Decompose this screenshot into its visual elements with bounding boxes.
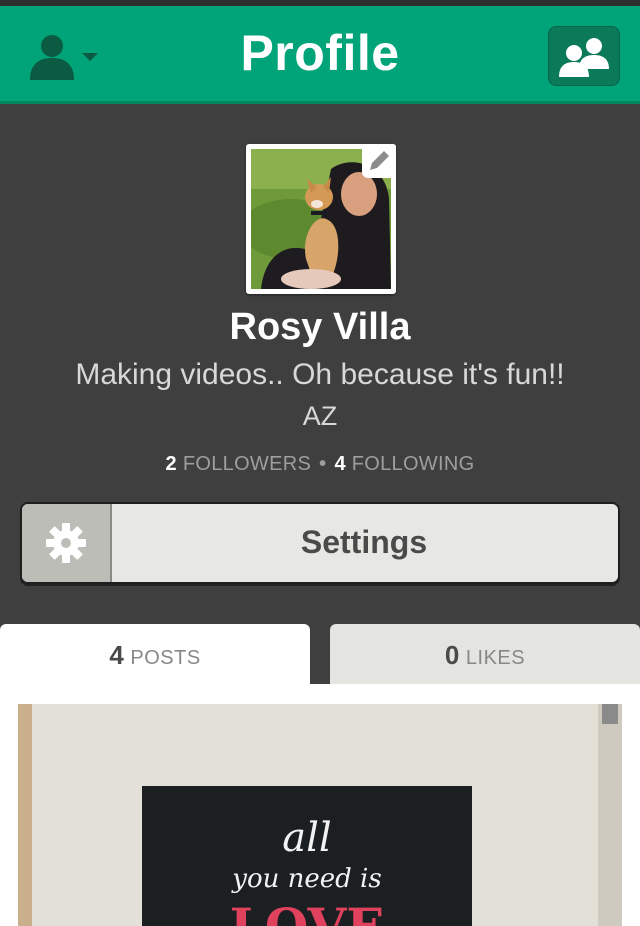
post-text-line3: LOVE (230, 897, 385, 926)
profile-location: AZ (302, 401, 338, 431)
followers-label: FOLLOWERS (182, 453, 312, 475)
following-link[interactable]: 4 FOLLOWING (334, 453, 474, 475)
tab-posts[interactable]: 4 POSTS (0, 624, 310, 686)
follow-stats: 2 FOLLOWERS • 4 FOLLOWING (0, 453, 640, 476)
find-friends-button[interactable] (548, 26, 620, 86)
pencil-icon (370, 151, 389, 170)
post-text-line1: all (282, 815, 331, 861)
posts-label: POSTS (130, 647, 201, 669)
stats-separator: • (319, 453, 327, 475)
post-text-line2: you need is (231, 864, 381, 894)
posts-grid: all you need is LOVE (0, 684, 640, 926)
likes-label: LIKES (465, 647, 526, 669)
page-title: Profile (240, 25, 400, 81)
followers-link[interactable]: 2 FOLLOWERS (166, 453, 312, 475)
profile-bio: Making videos.. Oh because it's fun!! (75, 358, 565, 391)
following-label: FOLLOWING (351, 453, 475, 475)
followers-count: 2 (165, 453, 177, 475)
posts-count: 4 (109, 640, 125, 670)
post-thumbnail[interactable]: all you need is LOVE (18, 704, 622, 926)
tab-likes[interactable]: 0 LIKES (330, 624, 640, 684)
settings-label: Settings (300, 524, 428, 560)
likes-count: 0 (444, 640, 460, 670)
gear-icon (46, 523, 86, 563)
settings-button[interactable]: Settings (20, 502, 620, 584)
post-image: all you need is LOVE (18, 704, 622, 926)
profile-name: Rosy Villa (229, 306, 411, 348)
profile-avatar[interactable] (246, 144, 396, 294)
following-count: 4 (334, 453, 346, 475)
add-friends-icon (559, 38, 609, 77)
edit-avatar-button[interactable] (362, 144, 396, 178)
settings-icon-box (22, 504, 112, 582)
app-header: Profile (0, 0, 640, 104)
